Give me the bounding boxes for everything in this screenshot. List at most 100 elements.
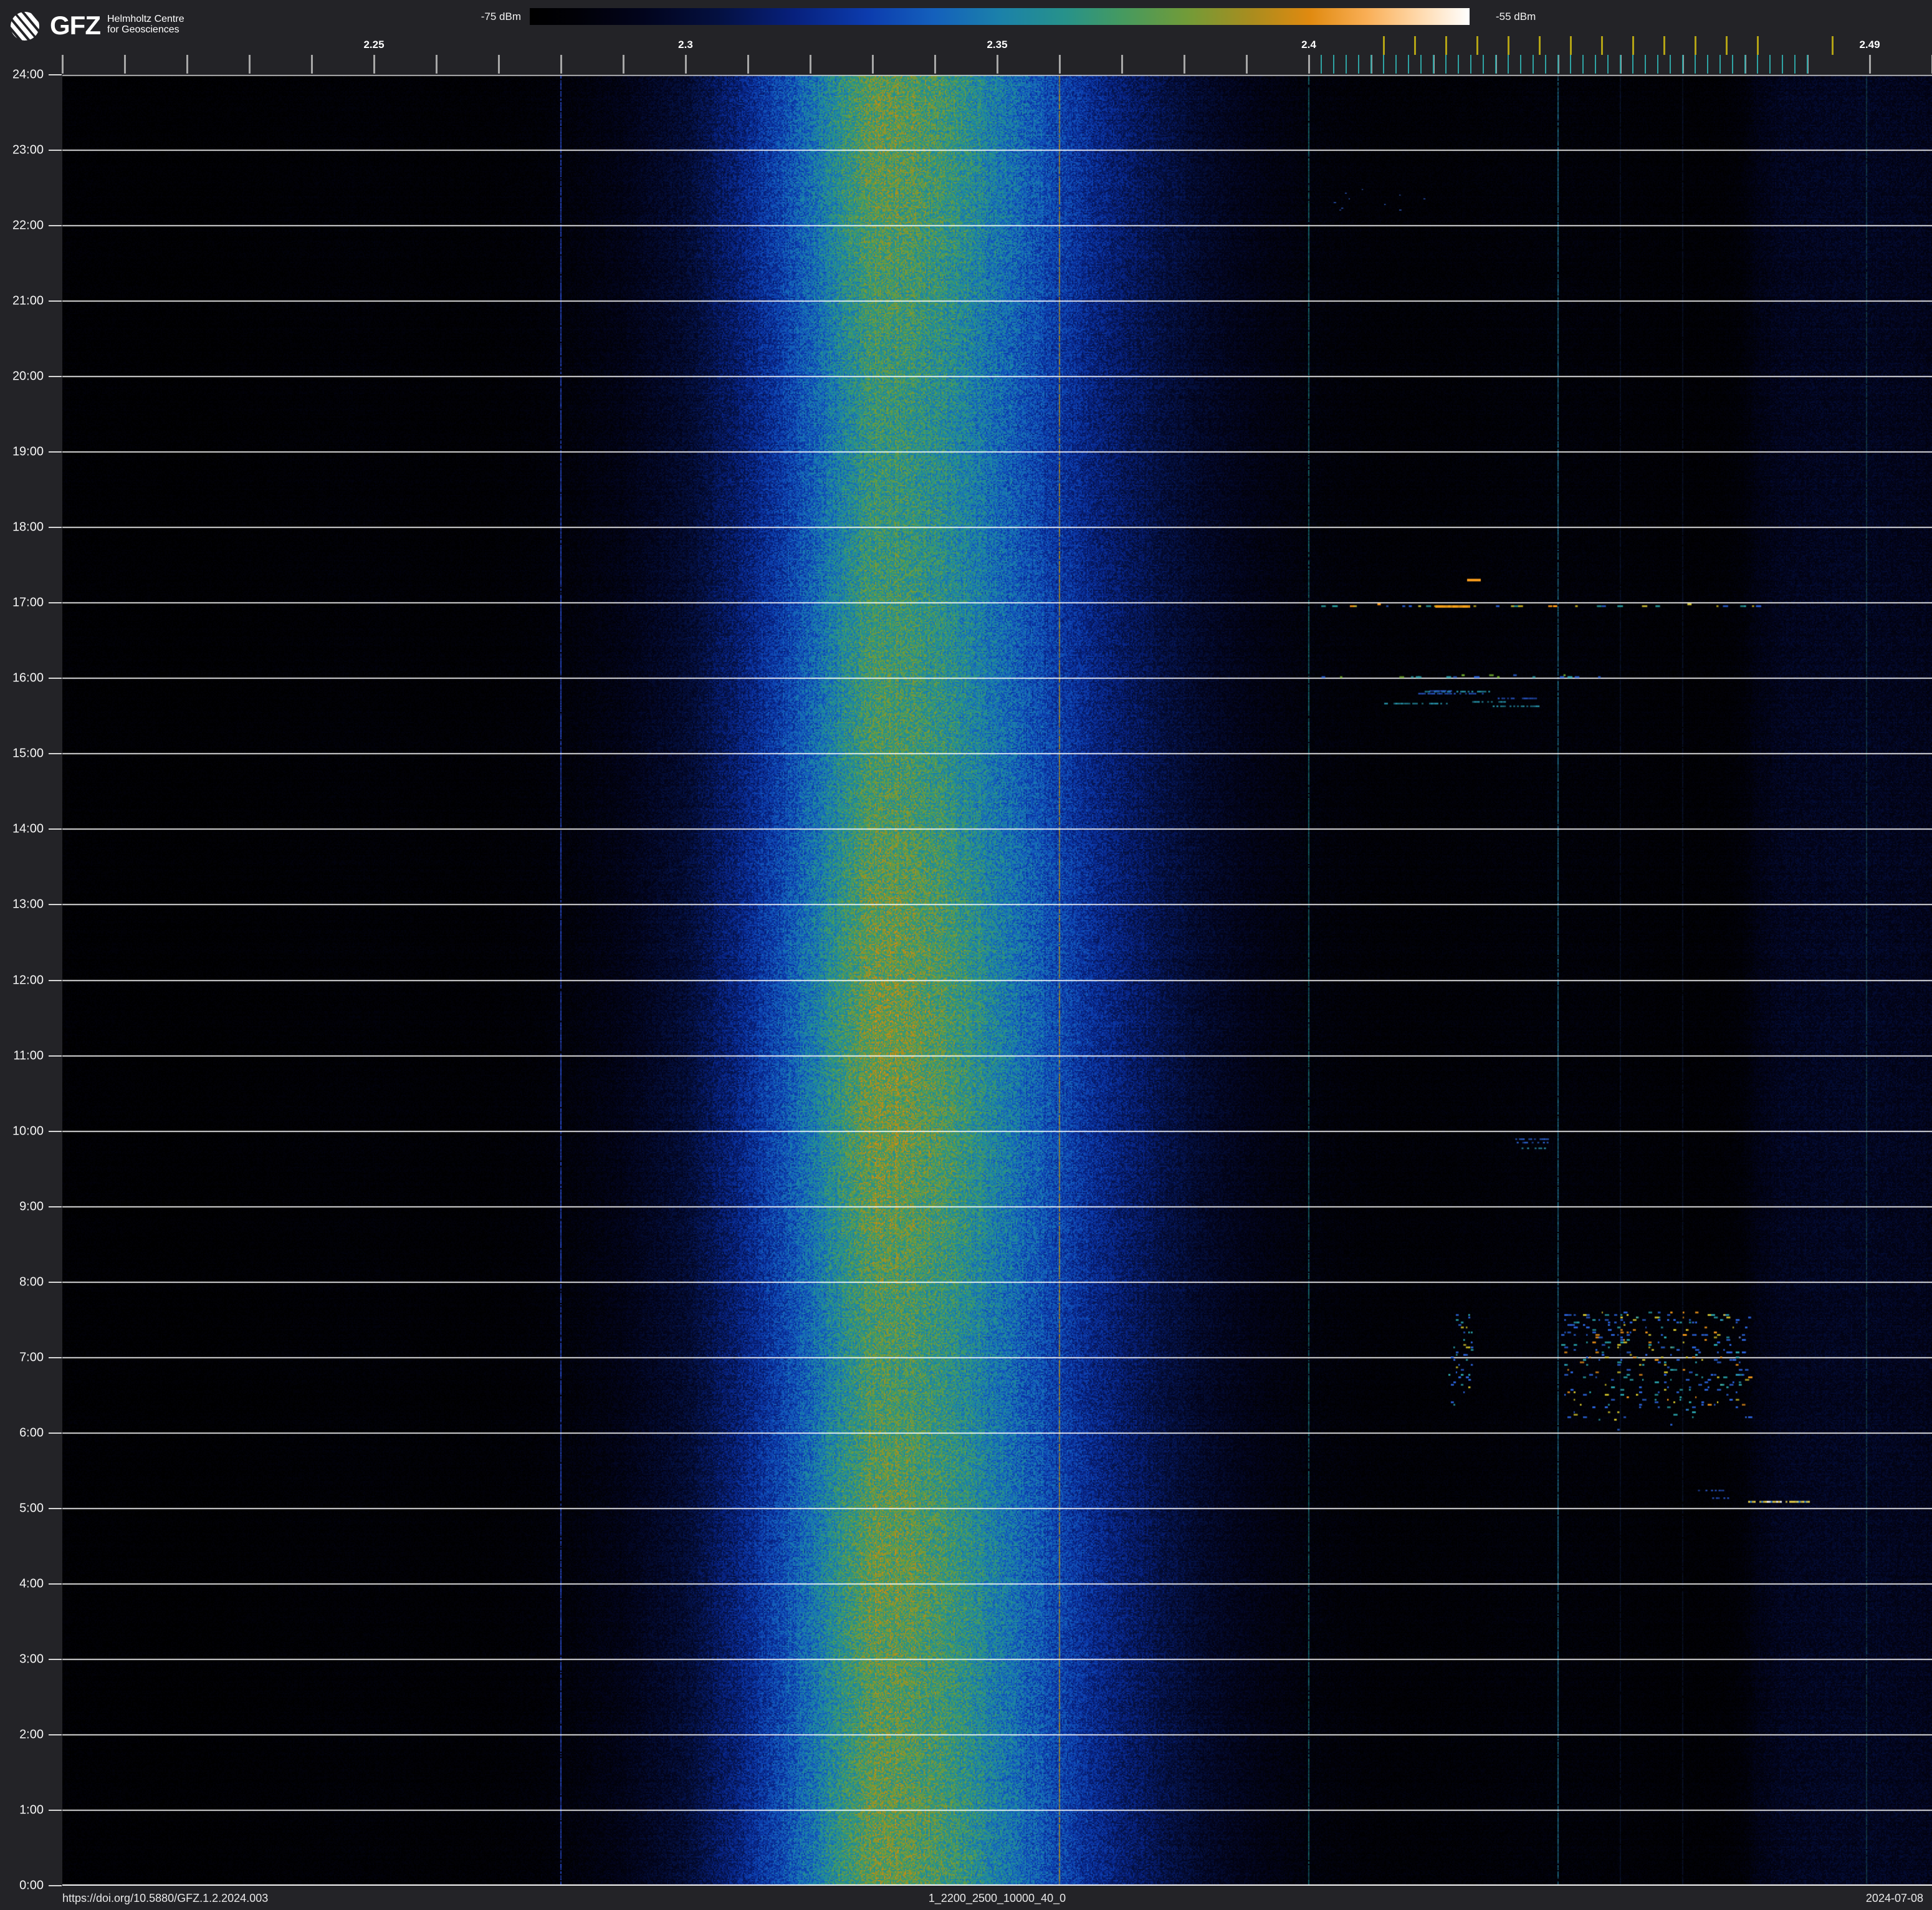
freq-tick-minor	[1869, 55, 1871, 74]
hour-tick	[49, 904, 62, 906]
ble-channel-tick	[1695, 55, 1696, 74]
hour-tick	[49, 1206, 62, 1207]
ble-channel-tick	[1657, 55, 1658, 74]
hour-tick	[49, 602, 62, 604]
freq-tick-minor	[124, 55, 126, 74]
hour-tick	[49, 150, 62, 151]
spectrogram-canvas	[62, 75, 1932, 1886]
ble-channel-tick	[1645, 55, 1646, 74]
hour-tick	[49, 1734, 62, 1735]
freq-tick-minor	[436, 55, 438, 74]
freq-tick-minor	[872, 55, 874, 74]
ble-channel-tick	[1370, 55, 1372, 74]
hour-label: 21:00	[12, 294, 44, 308]
hour-label: 9:00	[19, 1199, 44, 1214]
hour-label: 10:00	[12, 1124, 44, 1138]
colorbar	[530, 8, 1470, 25]
hour-label: 7:00	[19, 1350, 44, 1365]
hour-tick	[49, 1583, 62, 1585]
hour-label: 19:00	[12, 444, 44, 459]
freq-tick-minor	[62, 55, 64, 74]
freq-tick-minor	[498, 55, 500, 74]
hour-label: 2:00	[19, 1727, 44, 1742]
hour-label: 24:00	[12, 67, 44, 82]
page: GFZ Helmholtz Centre for Geosciences -75…	[0, 0, 1932, 1910]
hour-label: 12:00	[12, 973, 44, 987]
freq-tick-minor	[186, 55, 188, 74]
ble-channel-tick	[1582, 55, 1584, 74]
freq-tick-minor	[373, 55, 375, 74]
ble-channel-tick	[1782, 55, 1783, 74]
ble-channel-tick	[1508, 55, 1509, 74]
wifi-channel-tick	[1601, 36, 1603, 55]
wifi-channel-tick	[1570, 36, 1572, 55]
hour-tick	[49, 527, 62, 529]
ble-channel-tick	[1632, 55, 1633, 74]
ble-channel-tick	[1570, 55, 1571, 74]
ble-channel-tick	[1620, 55, 1621, 74]
hour-tick	[49, 376, 62, 378]
wifi-channel-tick	[1414, 36, 1416, 55]
ble-channel-tick	[1395, 55, 1397, 74]
ble-channel-tick	[1744, 55, 1746, 74]
header: GFZ Helmholtz Centre for Geosciences -75…	[0, 0, 1932, 59]
hour-tick	[49, 451, 62, 453]
wifi-channel-tick	[1832, 36, 1834, 55]
freq-axis-label: 2.49	[1859, 39, 1880, 50]
hour-label: 11:00	[13, 1049, 44, 1063]
freq-tick-minor	[997, 55, 998, 74]
freq-tick-minor	[1308, 55, 1310, 74]
ble-channel-tick	[1533, 55, 1534, 74]
wifi-channel-tick	[1757, 36, 1759, 55]
hour-tick	[49, 1507, 62, 1509]
freq-tick-minor	[1121, 55, 1123, 74]
ble-channel-tick	[1545, 55, 1546, 74]
hour-tick	[49, 74, 62, 75]
hour-tick	[49, 1809, 62, 1811]
hour-label: 6:00	[19, 1426, 44, 1440]
wifi-channel-tick	[1726, 36, 1728, 55]
ble-channel-tick	[1707, 55, 1708, 74]
hour-label: 17:00	[12, 595, 44, 610]
freq-tick-minor	[685, 55, 687, 74]
wifi-channel-tick	[1663, 36, 1665, 55]
ble-channel-tick	[1807, 55, 1808, 74]
ble-channel-tick	[1483, 55, 1484, 74]
ble-channel-tick	[1333, 55, 1334, 74]
hour-tick	[49, 1130, 62, 1132]
hour-label: 20:00	[12, 369, 44, 383]
hour-tick	[49, 828, 62, 830]
freq-tick-minor	[311, 55, 313, 74]
colorbar-max-label: -55 dBm	[1496, 11, 1536, 22]
colorbar-min-label: -75 dBm	[481, 11, 521, 22]
wifi-channel-tick	[1508, 36, 1509, 55]
hour-tick	[49, 225, 62, 227]
wifi-channel-tick	[1383, 36, 1385, 55]
freq-tick-minor	[1246, 55, 1248, 74]
hour-tick	[49, 1658, 62, 1660]
hour-tick	[49, 1432, 62, 1434]
ble-channel-tick	[1470, 55, 1471, 74]
footer: https://doi.org/10.5880/GFZ.1.2.2024.003…	[0, 1886, 1932, 1910]
hour-label: 22:00	[12, 218, 44, 233]
freq-tick-minor	[747, 55, 749, 74]
ble-channel-tick	[1445, 55, 1447, 74]
hour-label: 15:00	[12, 746, 44, 761]
ble-channel-tick	[1682, 55, 1683, 74]
freq-tick-minor	[1184, 55, 1185, 74]
hour-label: 5:00	[19, 1501, 44, 1515]
hour-label: 13:00	[12, 897, 44, 911]
wifi-channel-tick	[1445, 36, 1447, 55]
ble-channel-tick	[1557, 55, 1559, 74]
freq-axis-label: 2.25	[363, 39, 385, 50]
date-label: 2024-07-08	[1865, 1892, 1923, 1904]
wifi-channel-tick	[1476, 36, 1478, 55]
hour-label: 16:00	[12, 671, 44, 685]
ble-channel-tick	[1321, 55, 1322, 74]
freq-tick-minor	[249, 55, 251, 74]
hour-tick	[49, 678, 62, 679]
ble-channel-tick	[1383, 55, 1384, 74]
hour-label: 4:00	[19, 1576, 44, 1591]
wifi-channel-tick	[1695, 36, 1696, 55]
freq-tick-minor	[1059, 55, 1061, 74]
